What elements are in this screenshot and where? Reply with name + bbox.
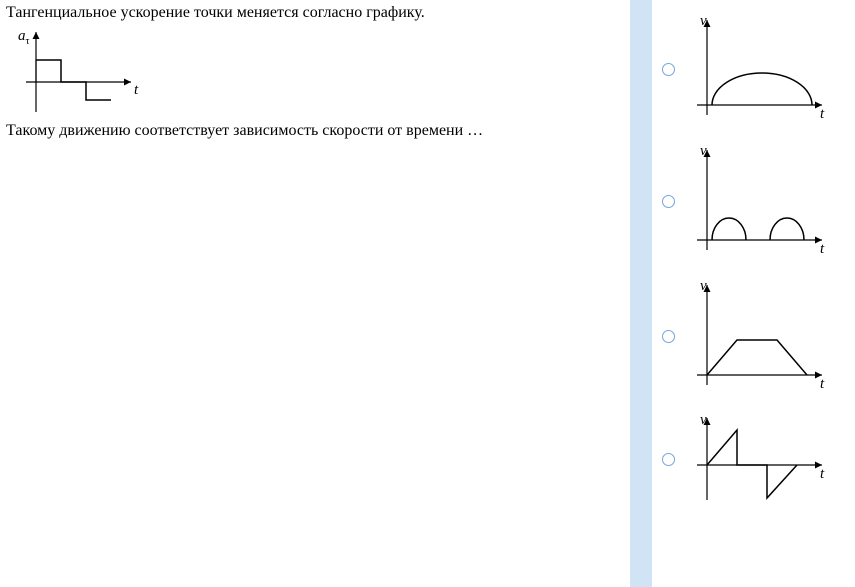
svg-text:t: t: [820, 241, 825, 257]
answer-graph-1: v t: [682, 10, 832, 130]
answer-radio-4[interactable]: [662, 453, 675, 466]
answer-radio-1[interactable]: [662, 63, 675, 76]
svg-text:t: t: [820, 466, 825, 482]
answer-graph-3: v t: [682, 275, 832, 400]
svg-text:t: t: [820, 106, 825, 122]
svg-text:t: t: [820, 376, 825, 392]
question-graph-xlabel: t: [134, 82, 139, 98]
answer-radio-2[interactable]: [662, 195, 675, 208]
answer-option-4: v t: [652, 410, 855, 510]
answer-graph-2: v t: [682, 140, 832, 265]
answer-option-1: v t: [652, 10, 855, 130]
question-line-2: Такому движению соответствует зависимост…: [6, 122, 624, 140]
column-divider: [630, 0, 652, 587]
question-line-1: Тангенциальное ускорение точки меняется …: [6, 4, 624, 22]
question-graph-ylabel: aτ: [18, 28, 30, 47]
question-panel: Тангенциальное ускорение точки меняется …: [0, 0, 630, 587]
svg-text:v: v: [700, 143, 707, 159]
answer-option-2: v t: [652, 140, 855, 265]
answer-radio-3[interactable]: [662, 330, 675, 343]
answers-panel: v t v t: [652, 0, 855, 587]
svg-text:v: v: [700, 278, 707, 294]
svg-text:v: v: [700, 412, 707, 428]
svg-text:v: v: [700, 13, 707, 29]
question-graph: aτ t: [6, 22, 146, 122]
answer-option-3: v t: [652, 275, 855, 400]
answer-graph-4: v t: [682, 410, 832, 510]
